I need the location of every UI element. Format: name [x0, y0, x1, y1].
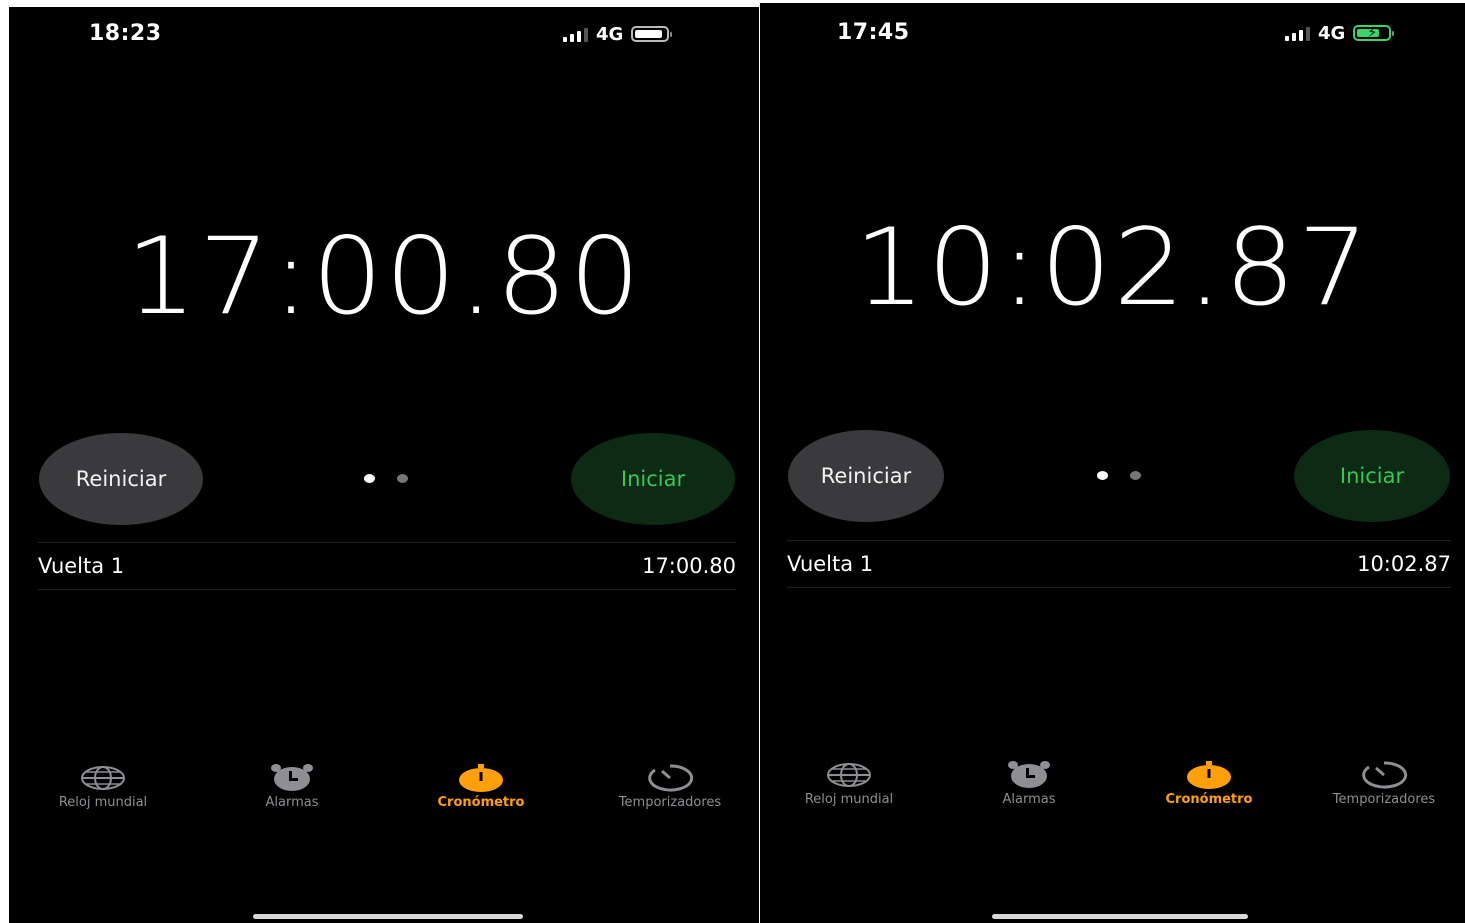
- battery-icon: [631, 26, 673, 42]
- stopwatch-display: 10:02.87: [854, 206, 1371, 330]
- status-bar: 18:23 4G: [9, 7, 759, 67]
- page-dot: [397, 474, 408, 483]
- list-item: Vuelta 1 17:00.80: [38, 542, 736, 590]
- alarm-clock-icon: [944, 758, 1114, 792]
- tab-label: Reloj mundial: [58, 795, 148, 810]
- globe-icon: [18, 761, 188, 795]
- home-indicator[interactable]: [253, 914, 523, 919]
- tab-world-clock[interactable]: Reloj mundial: [764, 758, 934, 807]
- start-button[interactable]: Iniciar: [571, 433, 735, 525]
- lap-time: 17:00.80: [642, 554, 736, 578]
- lap-time: 10:02.87: [1357, 552, 1451, 576]
- signal-icon: [1285, 25, 1310, 41]
- page-dot-active: [364, 474, 375, 483]
- status-time: 18:23: [89, 21, 162, 46]
- tab-label: Temporizadores: [1332, 792, 1436, 807]
- tab-label: Alarmas: [265, 795, 319, 810]
- tab-label: Cronómetro: [437, 795, 525, 810]
- timer-icon: [585, 761, 755, 795]
- globe-icon: [764, 758, 934, 792]
- phone-screen-right: 17:45 4G ⚡ 10:02.87 Reiniciar Iniciar Vu…: [760, 3, 1465, 923]
- tab-label: Alarmas: [1002, 792, 1056, 807]
- page-indicator[interactable]: [364, 474, 408, 483]
- tab-world-clock[interactable]: Reloj mundial: [18, 761, 188, 810]
- phone-screen-left: 18:23 4G 17:00.80 Reiniciar Iniciar Vuel…: [9, 7, 759, 923]
- page-indicator[interactable]: [1097, 471, 1141, 480]
- reset-button[interactable]: Reiniciar: [788, 430, 944, 522]
- signal-icon: [563, 26, 588, 42]
- tab-label: Temporizadores: [618, 795, 722, 810]
- tab-bar: Reloj mundial Alarmas Cronómetro Tempori…: [9, 764, 759, 923]
- start-button[interactable]: Iniciar: [1294, 430, 1450, 522]
- stopwatch-display: 17:00.80: [125, 215, 643, 339]
- tab-stopwatch[interactable]: Cronómetro: [1124, 758, 1294, 807]
- list-item: Vuelta 1 10:02.87: [787, 540, 1451, 588]
- reset-button[interactable]: Reiniciar: [39, 433, 203, 525]
- battery-charging-icon: ⚡: [1353, 25, 1395, 41]
- lap-label: Vuelta 1: [38, 554, 125, 578]
- tab-alarms[interactable]: Alarmas: [207, 761, 377, 810]
- status-indicators: 4G: [563, 23, 673, 45]
- tab-label: Reloj mundial: [804, 792, 894, 807]
- tab-label: Cronómetro: [1165, 792, 1253, 807]
- stopwatch-icon: [1124, 758, 1294, 792]
- status-time: 17:45: [837, 20, 910, 45]
- alarm-clock-icon: [207, 761, 377, 795]
- page-dot-active: [1097, 471, 1108, 480]
- stopwatch-icon: [396, 761, 566, 795]
- timer-icon: [1304, 758, 1464, 792]
- tab-alarms[interactable]: Alarmas: [944, 758, 1114, 807]
- tab-timers[interactable]: Temporizadores: [1304, 758, 1464, 807]
- status-indicators: 4G ⚡: [1285, 22, 1395, 44]
- tab-timers[interactable]: Temporizadores: [585, 761, 755, 810]
- tab-stopwatch[interactable]: Cronómetro: [396, 761, 566, 810]
- lap-label: Vuelta 1: [787, 552, 874, 576]
- home-indicator[interactable]: [992, 914, 1248, 919]
- network-type: 4G: [1318, 22, 1346, 44]
- status-bar: 17:45 4G ⚡: [760, 3, 1465, 63]
- tab-bar: Reloj mundial Alarmas Cronómetro Tempori…: [760, 761, 1465, 923]
- network-type: 4G: [596, 23, 624, 45]
- page-dot: [1130, 471, 1141, 480]
